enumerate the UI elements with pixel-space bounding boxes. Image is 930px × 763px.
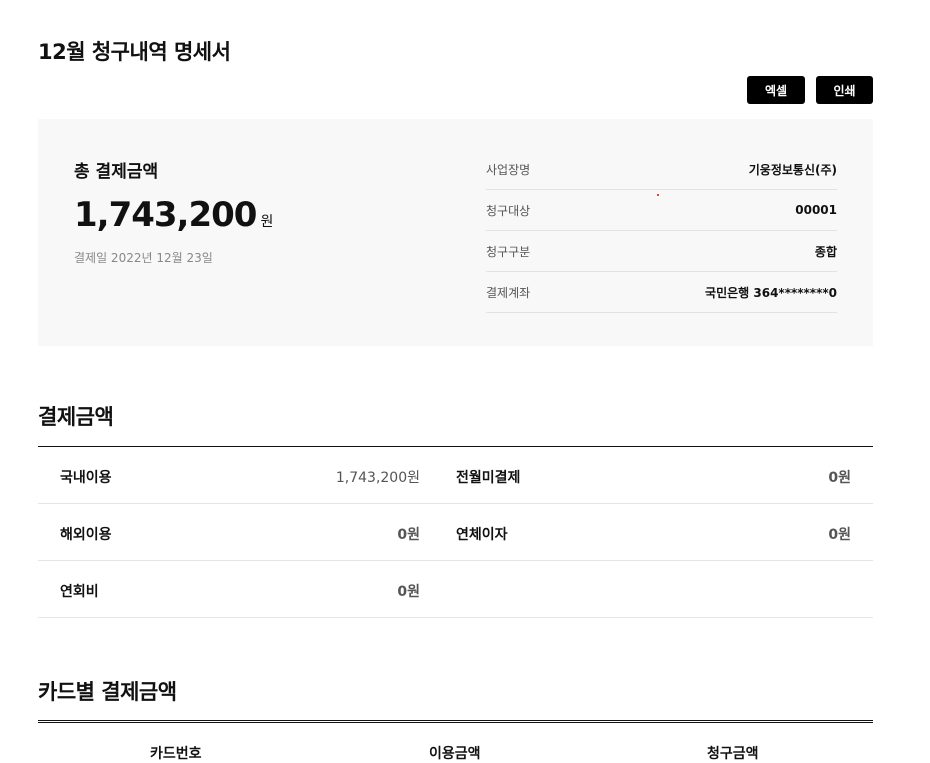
row-value: 0원 xyxy=(397,584,420,600)
card-section-title: 카드별 결제금액 xyxy=(38,680,177,704)
total-amount-unit: 원 xyxy=(260,214,274,230)
info-key: 청구대상 xyxy=(486,203,531,218)
total-amount-label: 총 결제금액 xyxy=(74,162,159,182)
info-row-target: 청구대상 00001 xyxy=(486,190,837,231)
table-row: 연회비 0원 xyxy=(38,561,873,618)
info-key: 사업장명 xyxy=(486,162,531,177)
info-row-type: 청구구분 종합 xyxy=(486,231,837,272)
row-label: 국내이용 xyxy=(60,470,112,486)
payment-date: 결제일 2022년 12월 23일 xyxy=(74,251,213,265)
info-value: 국민은행 364********0 xyxy=(705,285,837,300)
marker-dot xyxy=(657,194,659,196)
row-value: 0원 xyxy=(828,470,851,486)
table-row: 국내이용 1,743,200원 전월미결제 0원 xyxy=(38,447,873,504)
info-row-account: 결제계좌 국민은행 364********0 xyxy=(486,272,837,313)
row-label: 해외이용 xyxy=(60,527,112,543)
payment-table: 국내이용 1,743,200원 전월미결제 0원 해외이용 0원 연체이자 0원… xyxy=(38,446,873,618)
row-value: 1,743,200원 xyxy=(335,470,420,486)
summary-panel: 총 결제금액 1,743,200 원 결제일 2022년 12월 23일 사업장명… xyxy=(38,119,873,346)
column-header-card-number: 카드번호 xyxy=(150,746,202,762)
row-label: 연체이자 xyxy=(456,527,508,543)
excel-button[interactable]: 엑셀 xyxy=(747,76,805,104)
column-header-usage-amount: 이용금액 xyxy=(429,746,481,762)
card-table: 카드번호 이용금액 청구금액 xyxy=(38,720,873,763)
row-label: 연회비 xyxy=(60,584,99,600)
info-value: 00001 xyxy=(795,203,837,217)
total-amount: 1,743,200 원 xyxy=(74,195,273,235)
row-label: 전월미결제 xyxy=(456,470,521,486)
table-row: 해외이용 0원 연체이자 0원 xyxy=(38,504,873,561)
info-key: 결제계좌 xyxy=(486,285,531,300)
print-button[interactable]: 인쇄 xyxy=(816,76,873,104)
info-value: 기웅정보통신(주) xyxy=(748,162,837,177)
info-key: 청구구분 xyxy=(486,244,531,259)
row-value: 0원 xyxy=(828,527,851,543)
payment-section-title: 결제금액 xyxy=(38,405,114,429)
billing-info-list: 사업장명 기웅정보통신(주) 청구대상 00001 청구구분 종합 결제계좌 국… xyxy=(486,149,837,313)
info-value: 종합 xyxy=(814,244,837,259)
info-row-business: 사업장명 기웅정보통신(주) xyxy=(486,149,837,190)
total-amount-value: 1,743,200 xyxy=(74,195,257,235)
page-title: 12월 청구내역 명세서 xyxy=(38,40,231,64)
row-value: 0원 xyxy=(397,527,420,543)
column-header-billed-amount: 청구금액 xyxy=(707,746,759,762)
table-header: 카드번호 이용금액 청구금액 xyxy=(38,723,873,763)
